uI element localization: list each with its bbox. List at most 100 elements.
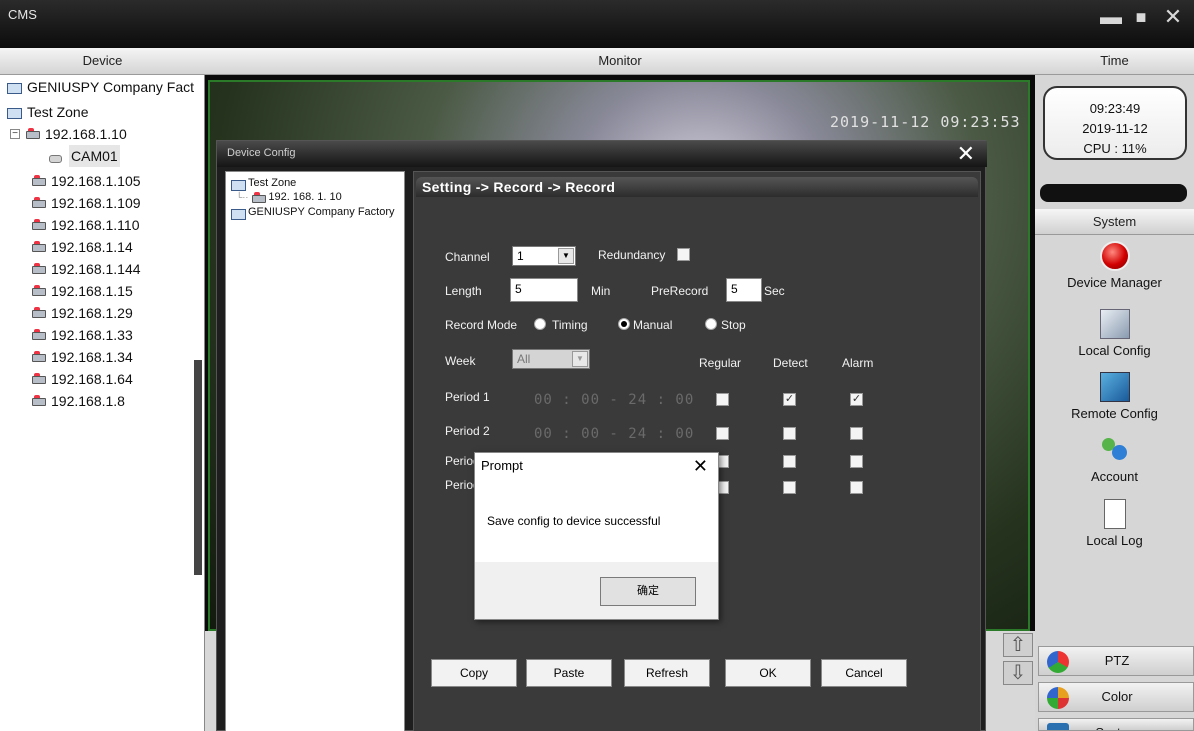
redundancy-checkbox[interactable] (677, 248, 690, 261)
cancel-button[interactable]: Cancel (821, 659, 907, 687)
sec-label: Sec (764, 284, 785, 298)
device-icon (30, 328, 46, 342)
redundancy-label: Redundancy (598, 248, 666, 262)
period-1-alarm-checkbox[interactable]: ✓ (850, 393, 863, 406)
refresh-button[interactable]: Refresh (624, 659, 710, 687)
device-icon (30, 262, 46, 276)
account-icon (1100, 435, 1130, 465)
minimize-icon[interactable]: ▬ (1098, 6, 1124, 28)
system-header[interactable]: System (1035, 209, 1194, 235)
header-time: Time (1035, 48, 1194, 75)
scroll-down-icon[interactable]: ⇩ (1003, 661, 1033, 685)
close-icon[interactable]: ✕ (1160, 6, 1186, 28)
device-icon (30, 350, 46, 364)
zone-icon (230, 177, 246, 191)
dialog-title: Device Config (227, 147, 296, 159)
period-4-label: Period 4 (445, 478, 475, 492)
tree-item-device[interactable]: └·· 192. 168. 1. 10 (236, 190, 342, 204)
record-mode-label: Record Mode (445, 318, 518, 332)
local-config-button[interactable]: Local Config (1035, 309, 1194, 358)
tree-item-device[interactable]: −192.168.1.10 (10, 123, 127, 145)
channel-select[interactable]: 1 ▼ (512, 246, 576, 266)
tree-item-device[interactable]: 192.168.1.15 (30, 280, 133, 302)
device-icon (30, 240, 46, 254)
period-2-detect-checkbox[interactable] (783, 427, 796, 440)
tree-item-zone[interactable]: Test Zone (230, 176, 296, 191)
period-2-regular-checkbox[interactable] (716, 427, 729, 440)
tree-item-device[interactable]: 192.168.1.110 (30, 214, 140, 236)
maximize-icon[interactable]: ■ (1128, 6, 1154, 28)
tree-item-zone[interactable]: GENIUSPY Company Fact (6, 76, 194, 98)
ok-button[interactable]: OK (725, 659, 811, 687)
color-button[interactable]: Color (1038, 682, 1194, 712)
period-1-regular-checkbox[interactable] (716, 393, 729, 406)
manual-radio[interactable] (618, 318, 630, 330)
period-1-detect-checkbox[interactable]: ✓ (783, 393, 796, 406)
tree-item-device[interactable]: 192.168.1.109 (30, 192, 141, 214)
period-1-time[interactable]: 00 : 00 - 24 : 00 (534, 392, 694, 408)
tree-item-device[interactable]: 192.168.1.105 (30, 170, 141, 192)
period-4-alarm-checkbox[interactable] (850, 481, 863, 494)
right-panel: 09:23:49 2019-11-12 CPU : 11% System Dev… (1035, 75, 1194, 731)
tree-item-device[interactable]: 192.168.1.64 (30, 368, 133, 390)
device-icon (30, 394, 46, 408)
timing-radio[interactable] (534, 318, 546, 330)
system-button[interactable]: System (1038, 718, 1194, 731)
breadcrumb: Setting -> Record -> Record (416, 177, 978, 197)
sidebar-splitter[interactable] (194, 360, 202, 575)
copy-button[interactable]: Copy (431, 659, 517, 687)
prerecord-input[interactable]: 5 (726, 278, 762, 302)
stop-radio[interactable] (705, 318, 717, 330)
tree-item-device[interactable]: 192.168.1.33 (30, 324, 133, 346)
tree-item-device[interactable]: 192.168.1.34 (30, 346, 133, 368)
header-device: Device (0, 48, 205, 75)
device-icon (30, 306, 46, 320)
prompt-title-bar: Prompt ✕ (475, 453, 718, 478)
period-1-label: Period 1 (445, 390, 490, 404)
ptz-button[interactable]: PTZ (1038, 646, 1194, 676)
dialog-title-bar: Device Config ✕ (217, 141, 987, 167)
scroll-up-icon[interactable]: ⇧ (1003, 633, 1033, 657)
manual-label: Manual (633, 318, 673, 332)
prompt-ok-button[interactable]: 确定 (600, 577, 696, 606)
device-icon (24, 127, 40, 141)
app-title: CMS (8, 7, 37, 22)
period-3-alarm-checkbox[interactable] (850, 455, 863, 468)
week-select[interactable]: All ▼ (512, 349, 590, 369)
tree-item-device[interactable]: 192.168.1.14 (30, 236, 133, 258)
zone-icon (230, 206, 246, 220)
prompt-message: Save config to device successful (487, 514, 661, 528)
status-bar (1040, 184, 1187, 202)
local-log-button[interactable]: Local Log (1035, 499, 1194, 548)
period-4-detect-checkbox[interactable] (783, 481, 796, 494)
device-tree: GENIUSPY Company Fact Test Zone −192.168… (0, 75, 205, 731)
tree-item-camera[interactable]: CAM01 (48, 145, 120, 167)
tree-item-device[interactable]: 192.168.1.29 (30, 302, 133, 324)
length-input[interactable]: 5 (510, 278, 578, 302)
period-3-detect-checkbox[interactable] (783, 455, 796, 468)
period-2-alarm-checkbox[interactable] (850, 427, 863, 440)
prerecord-label: PreRecord (651, 284, 709, 298)
tree-item-zone[interactable]: Test Zone (6, 101, 88, 123)
device-icon (250, 191, 267, 203)
period-2-time[interactable]: 00 : 00 - 24 : 00 (534, 426, 694, 442)
remote-config-button[interactable]: Remote Config (1035, 372, 1194, 421)
collapse-icon[interactable]: − (10, 129, 20, 139)
device-icon (30, 196, 46, 210)
header-monitor: Monitor (205, 48, 1035, 75)
tree-item-zone[interactable]: GENIUSPY Company Factory (230, 205, 395, 220)
record-settings-panel: Setting -> Record -> Record Channel 1 ▼ … (413, 171, 981, 731)
clock-time: 09:23:49 (1089, 101, 1141, 116)
period-3-label: Period 3 (445, 454, 475, 468)
close-icon[interactable]: ✕ (693, 453, 708, 479)
close-icon[interactable]: ✕ (957, 142, 975, 166)
zone-icon (6, 80, 22, 94)
device-manager-button[interactable]: Device Manager (1035, 241, 1194, 290)
paste-button[interactable]: Paste (526, 659, 612, 687)
camera-icon (48, 149, 64, 163)
stop-label: Stop (721, 318, 746, 332)
tree-item-device[interactable]: 192.168.1.144 (30, 258, 141, 280)
detect-column-header: Detect (773, 356, 808, 370)
account-button[interactable]: Account (1035, 435, 1194, 484)
tree-item-device[interactable]: 192.168.1.8 (30, 390, 125, 412)
